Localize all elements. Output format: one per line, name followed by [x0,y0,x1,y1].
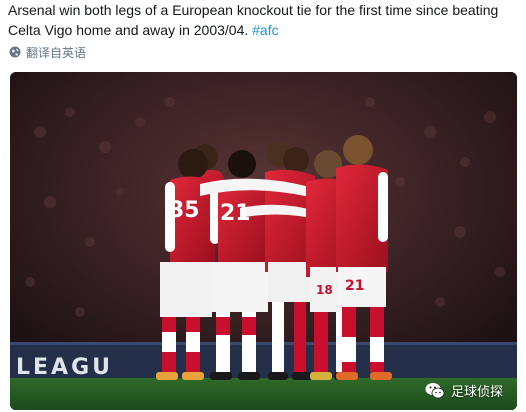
jersey-number-21-center: 21 [220,201,251,226]
globe-icon [9,46,21,58]
tweet-card: Arsenal win both legs of a European knoc… [0,0,526,412]
advertising-board-text: LEAGU [16,355,113,380]
tweet-text: Arsenal win both legs of a European knoc… [8,0,518,40]
jersey-number-21-right: 21 [345,278,364,294]
translate-label: 翻译自英语 [26,45,87,60]
translate-tweet-link[interactable]: 翻译自英语 [9,44,86,60]
wechat-icon [425,382,445,398]
tweet-photo[interactable]: 35 21 21 18 LEAGU 足球侦探 [10,72,517,410]
hashtag-link[interactable]: #afc [252,22,278,38]
jersey-number-35: 35 [169,198,200,223]
tweet-text-line2: Celta Vigo home and away in 2003/04. [8,22,253,38]
tweet-text-line1: Arsenal win both legs of a European knoc… [8,2,499,18]
jersey-number-18: 18 [316,283,333,297]
watermark-badge: 足球侦探 [425,381,503,400]
watermark-label: 足球侦探 [450,385,503,400]
